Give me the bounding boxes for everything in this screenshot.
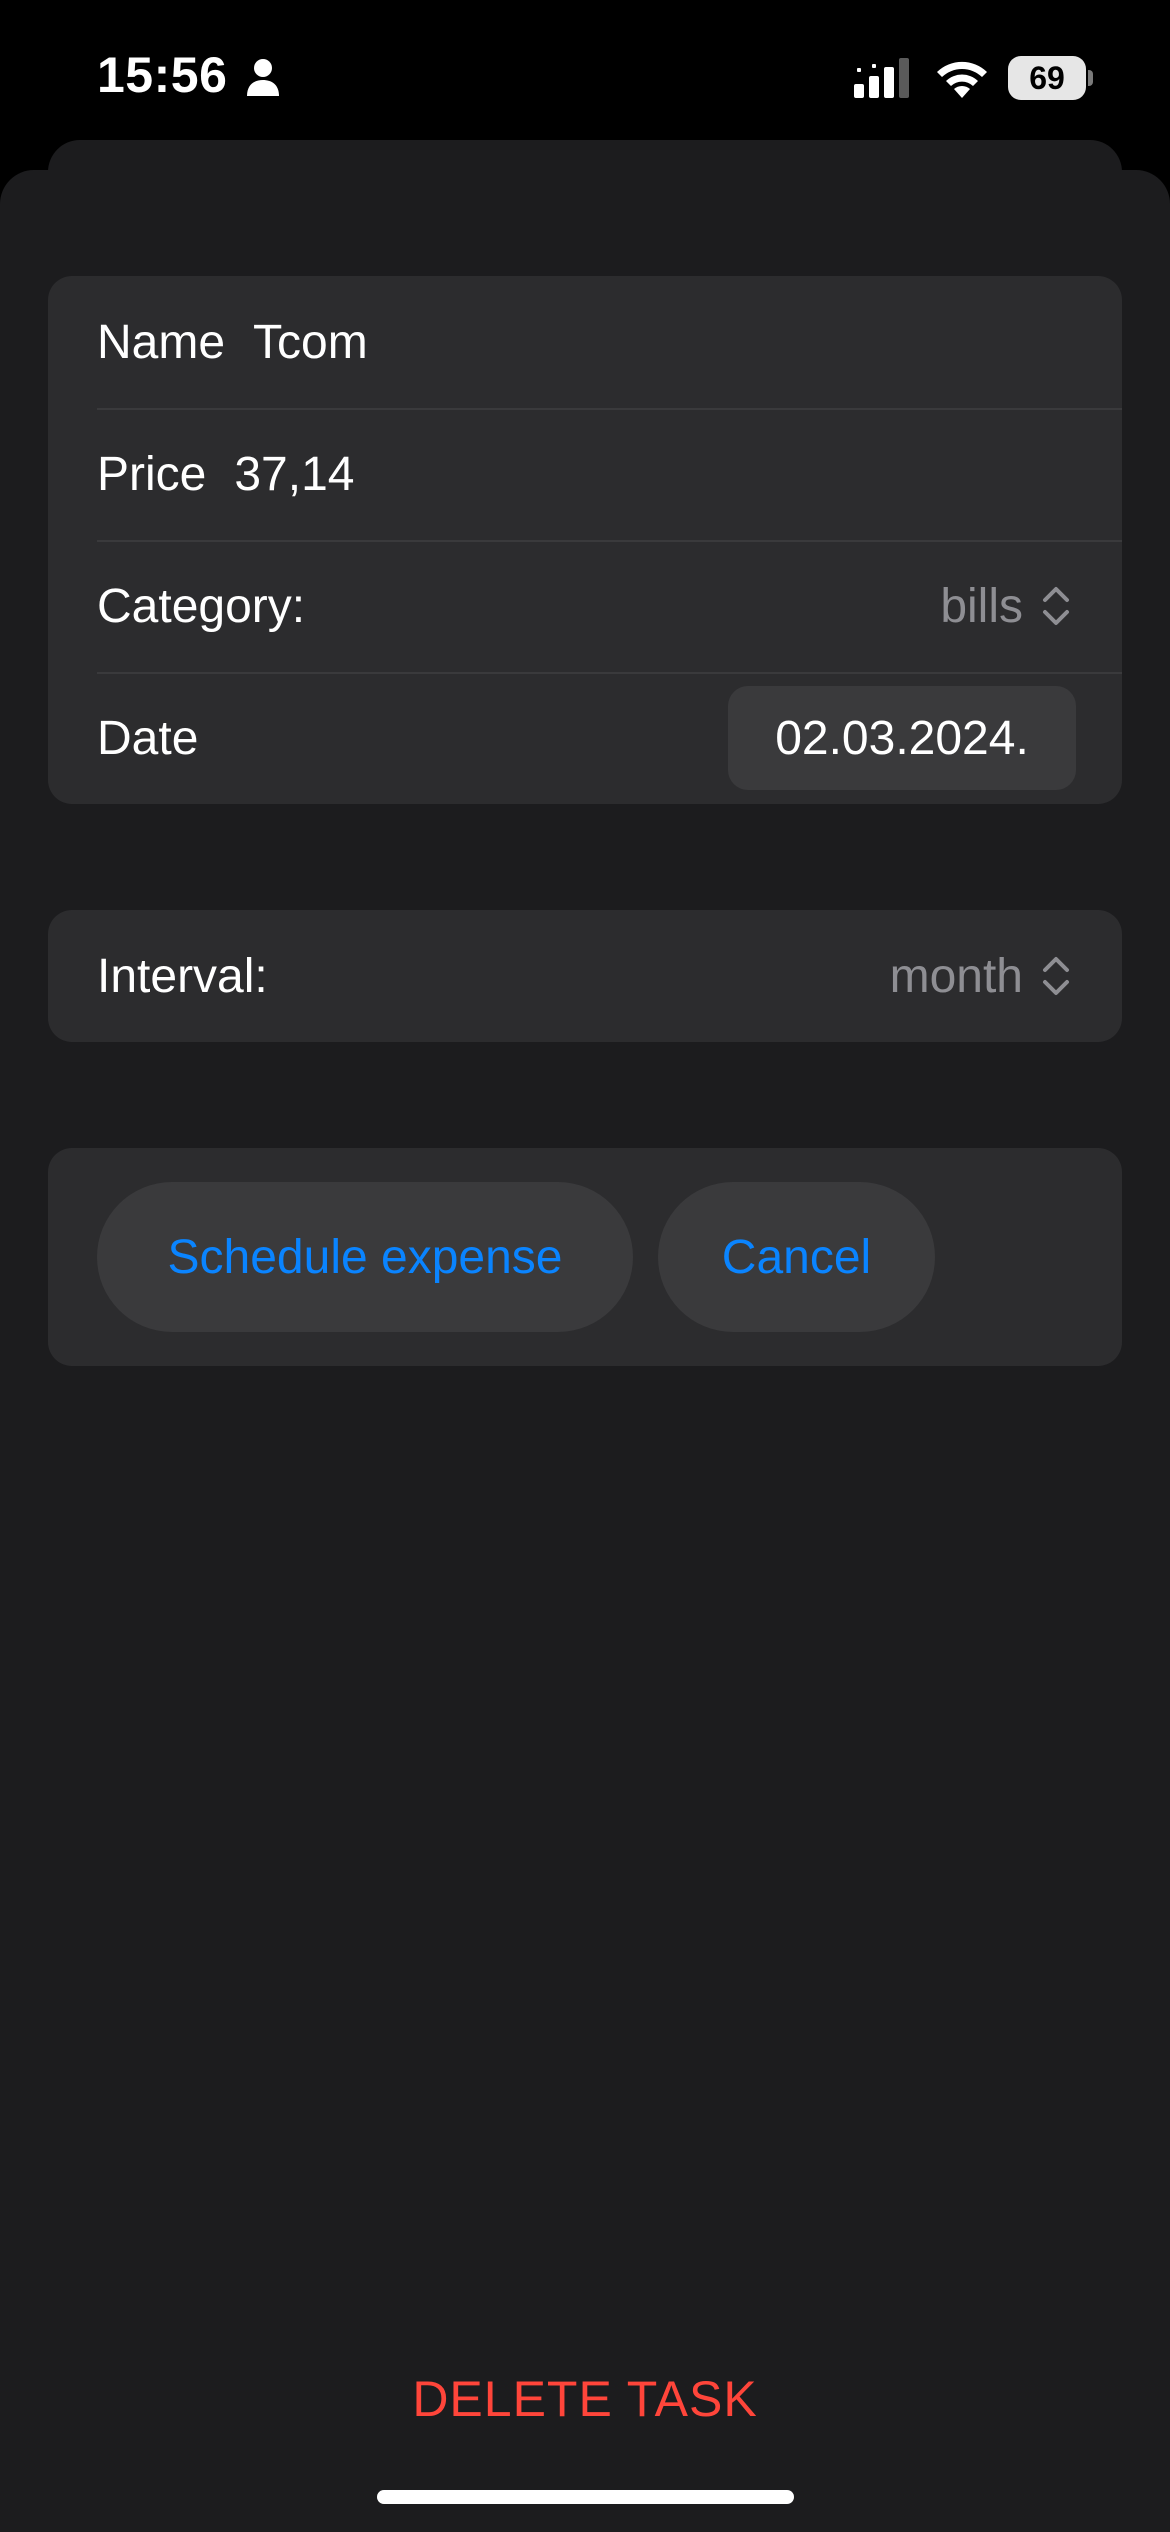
name-row[interactable]: Name Tcom — [48, 276, 1122, 408]
interval-group: Interval: month — [48, 910, 1122, 1042]
chevron-up-down-icon — [1043, 587, 1069, 625]
actions-group: Schedule expense Cancel — [48, 1148, 1122, 1366]
status-bar: 15:56 69 — [0, 0, 1170, 150]
date-picker-button[interactable]: 02.03.2024. — [728, 686, 1076, 790]
battery-icon: 69 — [1008, 56, 1093, 100]
category-row[interactable]: Category: bills — [48, 540, 1122, 672]
name-field[interactable]: Tcom — [253, 315, 368, 370]
edit-expense-sheet: Name Tcom Price 37,14 Category: bills Da… — [0, 170, 1170, 2532]
battery-level: 69 — [1029, 60, 1065, 96]
schedule-expense-button[interactable]: Schedule expense — [97, 1182, 633, 1332]
interval-value: month — [889, 949, 1023, 1003]
interval-label: Interval: — [97, 949, 268, 1003]
person-icon — [247, 59, 279, 96]
date-label: Date — [97, 711, 199, 765]
category-picker[interactable]: bills — [940, 579, 1073, 634]
category-value: bills — [940, 579, 1023, 633]
signal-icon — [854, 58, 909, 98]
cancel-button[interactable]: Cancel — [658, 1182, 935, 1332]
price-row[interactable]: Price 37,14 — [48, 408, 1122, 540]
home-indicator[interactable] — [377, 2490, 794, 2504]
chevron-up-down-icon — [1043, 957, 1069, 995]
delete-task-button[interactable]: DELETE TASK — [0, 2370, 1170, 2428]
interval-row[interactable]: Interval: month — [48, 910, 1122, 1042]
date-row: Date 02.03.2024. — [48, 672, 1122, 804]
category-label: Category: — [97, 579, 306, 633]
interval-picker[interactable]: month — [890, 949, 1073, 1004]
wifi-icon — [937, 61, 987, 98]
price-label: Price — [97, 447, 207, 501]
status-time: 15:56 — [97, 47, 228, 103]
price-field[interactable]: 37,14 — [234, 447, 354, 502]
name-label: Name — [97, 315, 226, 369]
details-group: Name Tcom Price 37,14 Category: bills Da… — [48, 276, 1122, 804]
